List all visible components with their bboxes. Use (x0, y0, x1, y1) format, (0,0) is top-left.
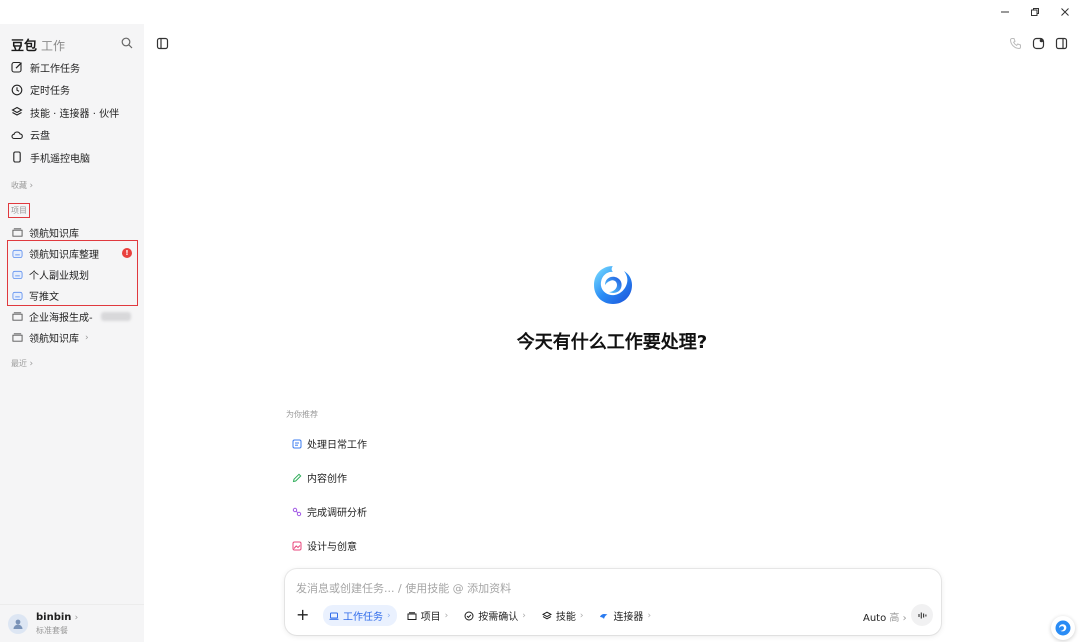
brand: 豆包 工作 (11, 35, 65, 54)
phone-icon (11, 151, 23, 163)
recent-label: 最近 (11, 359, 27, 368)
chip-label: 项目 (420, 612, 441, 623)
nav-new-task[interactable]: 新工作任务 (0, 56, 144, 79)
check-circle-icon (464, 611, 474, 621)
folder-icon (12, 311, 23, 322)
layers-icon (11, 106, 23, 118)
project-label: 写推文 (29, 292, 59, 303)
chip-label: 按需确认 (478, 612, 519, 623)
nav-label: 手机遥控电脑 (30, 153, 90, 165)
chevron-right-icon: › (74, 612, 79, 623)
new-chat-icon[interactable] (1032, 37, 1045, 50)
page-title: 今天有什么工作要处理? (516, 332, 708, 353)
chip-label: 工作任务 (343, 612, 383, 623)
edit-icon (11, 61, 23, 73)
laptop-icon (329, 611, 339, 621)
close-icon[interactable] (1050, 0, 1080, 24)
chip-confirm[interactable]: 按需确认 › (458, 605, 532, 626)
recommend-label-text: 设计与创意 (307, 542, 357, 553)
project-item[interactable]: 写推文 (0, 285, 144, 306)
folder-icon (12, 227, 23, 238)
recommend-label: 为你推荐 (286, 410, 318, 419)
composer-chips: 工作任务 › 项目 › 按需确认 › 技能 › 连接器 › (323, 605, 657, 626)
folder-icon (407, 611, 417, 621)
clock-icon (11, 84, 23, 96)
recommend-item[interactable]: 处理日常工作 (292, 436, 367, 451)
cloud-icon (11, 129, 23, 141)
auto-label: Auto (863, 613, 887, 624)
top-right-actions (1009, 37, 1068, 50)
chip-label: 连接器 (613, 612, 644, 623)
assistant-fab[interactable] (1051, 616, 1075, 640)
user-profile[interactable]: binbin › 标准套餐 (0, 604, 144, 642)
research-icon (292, 507, 302, 517)
brand-sub: 工作 (41, 39, 66, 53)
chip-label: 技能 (555, 612, 576, 623)
window-controls (990, 0, 1080, 24)
call-icon[interactable] (1009, 37, 1022, 50)
chip-connector[interactable]: 连接器 › (593, 605, 657, 626)
project-label: 个人副业规划 (29, 271, 89, 282)
recent-section[interactable]: 最近 › (11, 358, 33, 369)
sidebar-toggle-icon[interactable] (156, 37, 169, 50)
search-icon[interactable] (121, 37, 133, 49)
recommend-item[interactable]: 内容创作 (292, 470, 347, 485)
voice-input-button[interactable] (911, 604, 933, 626)
doc-icon (292, 439, 302, 449)
image-icon (292, 541, 302, 551)
layers-icon (541, 611, 552, 621)
composer-input[interactable]: 发消息或创建任务... / 使用技能 @ 添加资料 (296, 580, 511, 596)
nav-cloud[interactable]: 云盘 (0, 124, 144, 147)
collection-label: 收藏 (11, 181, 27, 190)
user-name: binbin (36, 611, 72, 623)
user-plan: 标准套餐 (36, 625, 68, 635)
nav-label: 新工作任务 (30, 63, 80, 75)
recommend-label-text: 处理日常工作 (307, 440, 367, 451)
panel-toggle-icon[interactable] (1055, 37, 1068, 50)
project-label: 领航知识库 (29, 229, 79, 240)
auto-mode-selector[interactable]: Auto 高 › (863, 609, 907, 624)
redacted-text (100, 312, 131, 321)
nav-phone-remote[interactable]: 手机遥控电脑 (0, 146, 144, 169)
project-icon (12, 269, 23, 280)
doubao-logo-icon (1055, 620, 1071, 636)
nav-scheduled-tasks[interactable]: 定时任务 (0, 79, 144, 102)
auto-level: 高 (889, 613, 900, 624)
project-item[interactable]: 领航知识库整理 ! (0, 243, 144, 264)
avatar (8, 613, 28, 634)
sidebar-nav: 新工作任务 定时任务 技能 · 连接器 · 伙伴 云盘 手机遥控电脑 (0, 56, 144, 169)
restore-icon[interactable] (1020, 0, 1050, 24)
waveform-icon (917, 612, 926, 618)
nav-skills[interactable]: 技能 · 连接器 · 伙伴 (0, 101, 144, 124)
chevron-right-icon: › (902, 613, 907, 624)
add-attachment-button[interactable]: + (296, 607, 309, 623)
project-label: 企业海报生成- (29, 313, 93, 324)
message-composer[interactable]: 发消息或创建任务... / 使用技能 @ 添加资料 + 工作任务 › 项目 › … (285, 569, 941, 635)
project-item[interactable]: 企业海报生成- (0, 306, 144, 327)
nav-label: 技能 · 连接器 · 伙伴 (30, 108, 120, 120)
pen-icon (292, 473, 302, 483)
recommend-label-text: 完成调研分析 (307, 508, 367, 519)
doubao-logo (594, 266, 632, 304)
connector-icon (599, 611, 609, 621)
chip-work-task[interactable]: 工作任务 › (323, 605, 397, 626)
alert-badge: ! (122, 248, 132, 258)
project-label: 领航知识库整理 (29, 250, 99, 261)
chip-skills[interactable]: 技能 › (536, 605, 590, 626)
nav-label: 定时任务 (30, 86, 70, 98)
minimize-icon[interactable] (990, 0, 1020, 24)
collection-section[interactable]: 收藏 › (11, 180, 33, 191)
recommend-item[interactable]: 完成调研分析 (292, 504, 367, 519)
project-icon (12, 290, 23, 301)
projects-section-label: 项目 (8, 203, 30, 218)
brand-name: 豆包 (11, 39, 38, 54)
chip-project[interactable]: 项目 › (401, 605, 455, 626)
nav-label: 云盘 (30, 131, 50, 143)
recommend-label-text: 内容创作 (307, 474, 347, 485)
project-item[interactable]: 领航知识库 (0, 222, 144, 243)
recommend-item[interactable]: 设计与创意 (292, 538, 357, 553)
project-item[interactable]: 个人副业规划 (0, 264, 144, 285)
project-icon (12, 248, 23, 259)
